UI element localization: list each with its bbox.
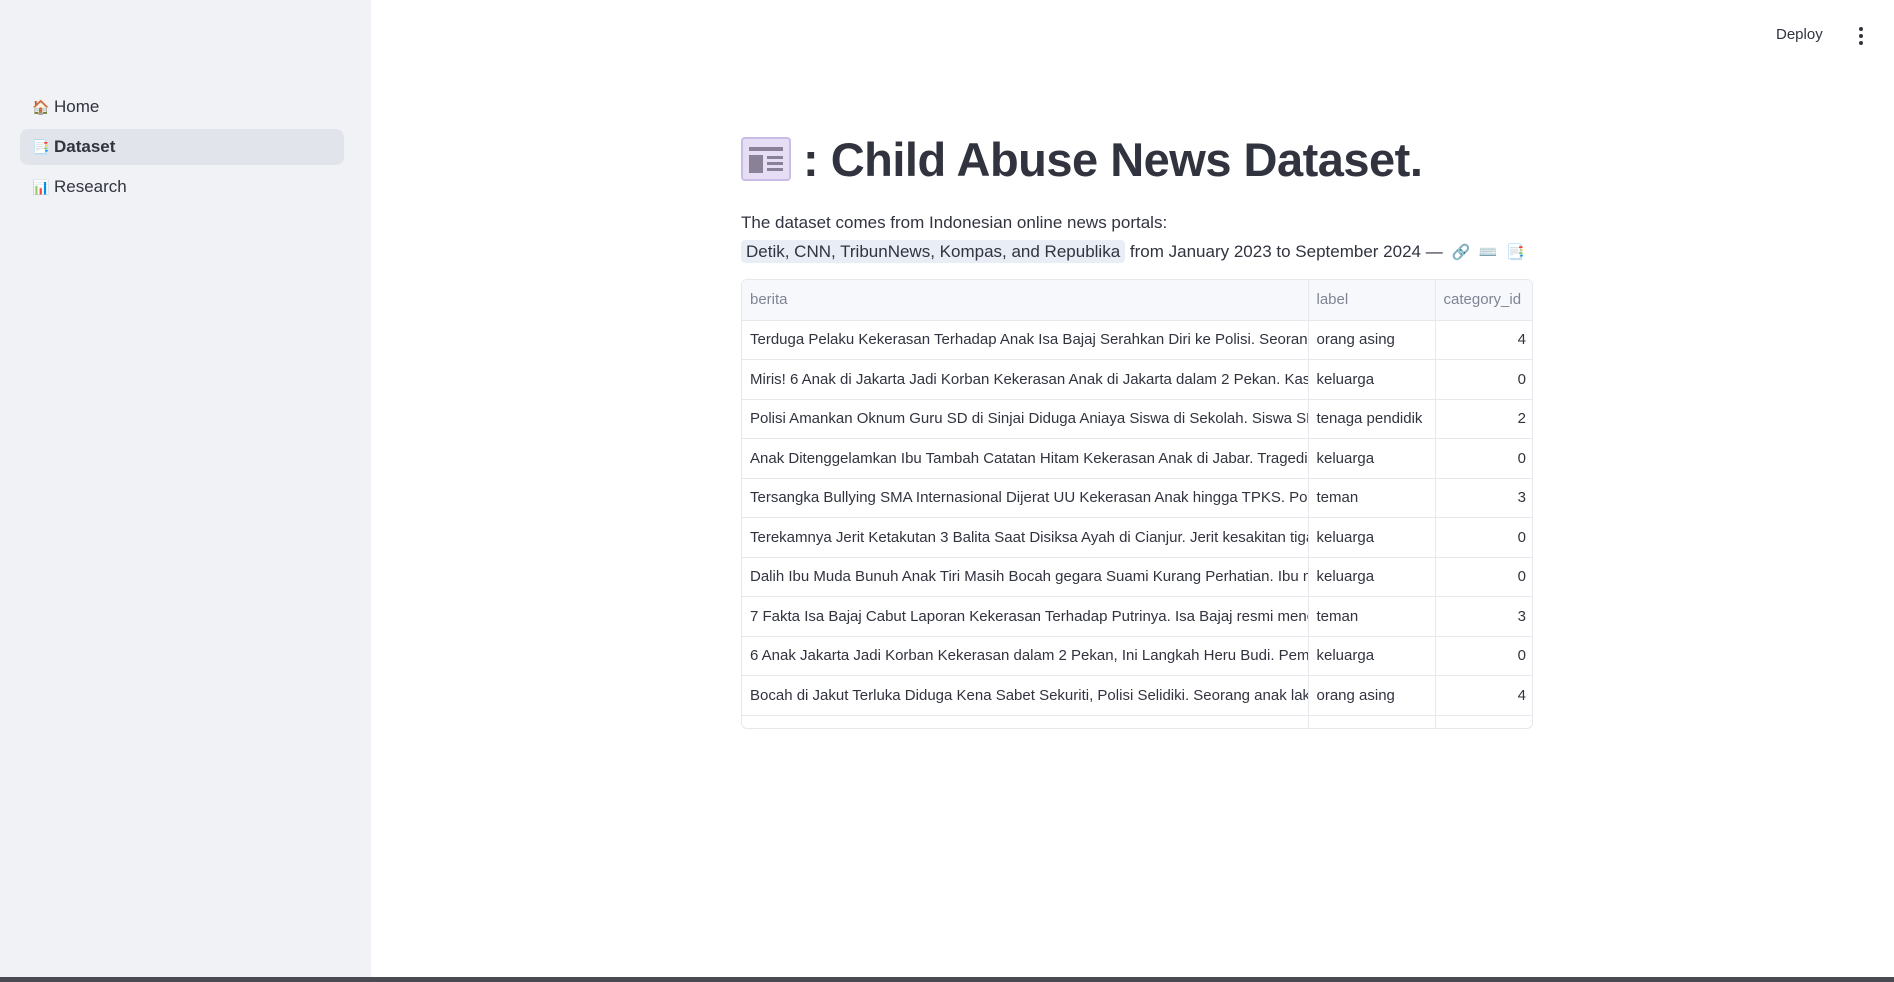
table-row: Polisi Amankan Oknum Guru SD di Sinjai D… bbox=[742, 399, 1532, 439]
cell-category-id[interactable]: 4 bbox=[1435, 675, 1532, 716]
table-row: Terekamnya Jerit Ketakutan 3 Balita Saat… bbox=[742, 517, 1532, 558]
more-vertical-icon[interactable] bbox=[1852, 24, 1870, 48]
cell-category-id[interactable]: 3 bbox=[1435, 478, 1532, 518]
cell-label[interactable]: tenaga pendidik bbox=[1308, 399, 1436, 439]
link-icon: 🔗 bbox=[1451, 244, 1471, 261]
cell-label[interactable]: keluarga bbox=[1308, 636, 1436, 676]
cell-berita[interactable]: 6 Anak Jakarta Jadi Korban Kekerasan dal… bbox=[742, 636, 1309, 676]
bar-chart-icon: 📊 bbox=[32, 178, 50, 195]
sidebar-item-research[interactable]: 📊 Research bbox=[20, 169, 344, 205]
data-table: berita label category_id Terduga Pelaku … bbox=[742, 280, 1532, 728]
description-line-2: Detik, CNN, TribunNews, Kompas, and Repu… bbox=[741, 237, 1533, 267]
cell-category-id[interactable]: 0 bbox=[1435, 517, 1532, 558]
table-row: Terduga Pelaku Kekerasan Terhadap Anak I… bbox=[742, 320, 1532, 360]
main-content: : Child Abuse News Dataset. The dataset … bbox=[741, 128, 1533, 729]
cell-label[interactable]: teman bbox=[1308, 478, 1436, 518]
cell-category-id[interactable]: 4 bbox=[1435, 320, 1532, 360]
app-root: 🏠 Home 📑 Dataset 📊 Research Deploy : Chi… bbox=[0, 0, 1894, 982]
cell-category-id[interactable]: 0 bbox=[1435, 438, 1532, 479]
sidebar-item-label: Home bbox=[54, 97, 100, 116]
table-row: 7 Fakta Isa Bajaj Cabut Laporan Kekerasa… bbox=[742, 596, 1532, 637]
sidebar-item-label: Research bbox=[54, 177, 127, 196]
cell-label[interactable]: keluarga bbox=[1308, 359, 1436, 400]
sidebar-item-home[interactable]: 🏠 Home bbox=[20, 89, 344, 125]
cell-berita[interactable]: Anak Ditenggelamkan Ibu Tambah Catatan H… bbox=[742, 438, 1309, 479]
cell-berita[interactable]: Terduga Pelaku Kekerasan Terhadap Anak I… bbox=[742, 320, 1309, 360]
sidebar-item-label: Dataset bbox=[54, 137, 116, 156]
cell-berita[interactable]: Dalih Ibu Muda Bunuh Anak Tiri Masih Boc… bbox=[742, 557, 1309, 597]
table-row-partial bbox=[742, 715, 1532, 728]
cell-category-id[interactable]: 2 bbox=[1435, 399, 1532, 439]
cell-label[interactable]: keluarga bbox=[1308, 557, 1436, 597]
dataset-description: The dataset comes from Indonesian online… bbox=[741, 208, 1533, 267]
cell-category-id[interactable]: 0 bbox=[1435, 636, 1532, 676]
sidebar: 🏠 Home 📑 Dataset 📊 Research bbox=[0, 0, 371, 977]
newspaper-icon: 📑 bbox=[32, 138, 50, 155]
cell-berita[interactable]: Terekamnya Jerit Ketakutan 3 Balita Saat… bbox=[742, 517, 1309, 558]
cell-berita[interactable]: Miris! 6 Anak di Jakarta Jadi Korban Kek… bbox=[742, 359, 1309, 400]
dataframe-table[interactable]: berita label category_id Terduga Pelaku … bbox=[741, 279, 1533, 729]
sidebar-nav: 🏠 Home 📑 Dataset 📊 Research bbox=[20, 89, 344, 209]
page-title: : Child Abuse News Dataset. bbox=[741, 128, 1533, 190]
cell-label[interactable]: orang asing bbox=[1308, 320, 1436, 360]
table-row: Tersangka Bullying SMA Internasional Dij… bbox=[742, 478, 1532, 518]
cell-label[interactable]: orang asing bbox=[1308, 675, 1436, 716]
cell-category-id[interactable]: 3 bbox=[1435, 596, 1532, 637]
cell-berita[interactable]: Tersangka Bullying SMA Internasional Dij… bbox=[742, 478, 1309, 518]
description-line-1: The dataset comes from Indonesian online… bbox=[741, 213, 1168, 232]
column-header-label[interactable]: label bbox=[1308, 280, 1436, 321]
table-row: Miris! 6 Anak di Jakarta Jadi Korban Kek… bbox=[742, 359, 1532, 400]
table-row: Anak Ditenggelamkan Ibu Tambah Catatan H… bbox=[742, 438, 1532, 479]
newspaper-icon bbox=[741, 137, 791, 181]
cell-label[interactable]: teman bbox=[1308, 596, 1436, 637]
cell-label[interactable]: keluarga bbox=[1308, 517, 1436, 558]
window-bottom-border bbox=[0, 977, 1894, 982]
deploy-button[interactable]: Deploy bbox=[1772, 24, 1827, 45]
sources-highlight: Detik, CNN, TribunNews, Kompas, and Repu… bbox=[741, 240, 1126, 263]
column-header-category-id[interactable]: category_id bbox=[1435, 280, 1532, 321]
table-row: 6 Anak Jakarta Jadi Korban Kekerasan dal… bbox=[742, 636, 1532, 676]
table-row: Bocah di Jakut Terluka Diduga Kena Sabet… bbox=[742, 675, 1532, 716]
table-row: Dalih Ibu Muda Bunuh Anak Tiri Masih Boc… bbox=[742, 557, 1532, 597]
date-range-text: from January 2023 to September 2024 — bbox=[1129, 242, 1443, 261]
table-header-row: berita label category_id bbox=[742, 280, 1532, 321]
house-icon: 🏠 bbox=[32, 98, 50, 115]
cell-category-id[interactable]: 0 bbox=[1435, 359, 1532, 400]
cell-berita[interactable]: 7 Fakta Isa Bajaj Cabut Laporan Kekerasa… bbox=[742, 596, 1309, 637]
cell-label[interactable]: keluarga bbox=[1308, 438, 1436, 479]
sidebar-item-dataset[interactable]: 📑 Dataset bbox=[20, 129, 344, 165]
column-header-berita[interactable]: berita bbox=[742, 280, 1309, 321]
cell-berita[interactable]: Polisi Amankan Oknum Guru SD di Sinjai D… bbox=[742, 399, 1309, 439]
document-icon: 📑 bbox=[1506, 244, 1525, 261]
cell-berita[interactable]: Bocah di Jakut Terluka Diduga Kena Sabet… bbox=[742, 675, 1309, 716]
cell-category-id[interactable]: 0 bbox=[1435, 557, 1532, 597]
page-title-text: : Child Abuse News Dataset. bbox=[803, 132, 1423, 186]
keyboard-icon: ⌨️ bbox=[1478, 244, 1498, 261]
